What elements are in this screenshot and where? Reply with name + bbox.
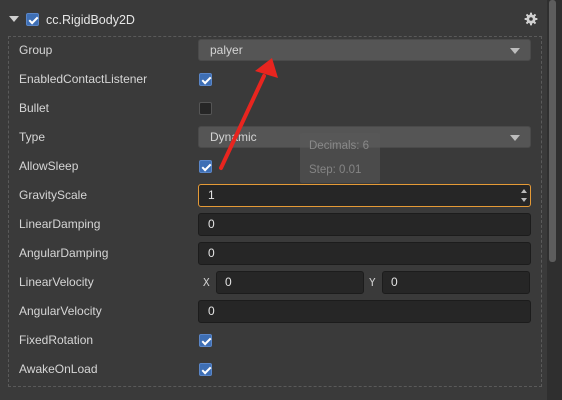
linear-damping-label: LinearDamping (19, 217, 101, 231)
prop-row-angular-damping: AngularDamping 0 (0, 239, 545, 268)
group-label: Group (19, 43, 53, 57)
group-value: palyer (210, 43, 243, 57)
prop-row-allow-sleep: AllowSleep (0, 152, 545, 181)
y-axis-label: Y (369, 276, 376, 289)
gravity-scale-input[interactable]: 1 (198, 184, 531, 207)
stepper-up-icon[interactable] (521, 189, 527, 193)
prop-row-fixed-rotation: FixedRotation (0, 326, 545, 355)
enabled-contact-listener-checkbox[interactable] (199, 73, 212, 86)
enabled-contact-listener-label: EnabledContactListener (19, 72, 148, 86)
tooltip-step: Step: 0.01 (309, 164, 362, 176)
angular-damping-input[interactable]: 0 (198, 242, 531, 265)
component-header: cc.RigidBody2D (0, 0, 545, 38)
chevron-down-icon (510, 135, 520, 141)
prop-row-bullet: Bullet (0, 94, 545, 123)
angular-velocity-input[interactable]: 0 (198, 300, 531, 323)
scrollbar-thumb[interactable] (549, 0, 556, 262)
fixed-rotation-checkbox[interactable] (199, 334, 212, 347)
x-axis-label: X (203, 276, 210, 289)
angular-damping-label: AngularDamping (19, 246, 109, 260)
linear-velocity-y-input[interactable]: 0 (382, 271, 530, 294)
linear-damping-input[interactable]: 0 (198, 213, 531, 236)
tooltip-decimals: Decimals: 6 (309, 140, 370, 152)
stepper-down-icon[interactable] (521, 198, 527, 202)
awake-on-load-label: AwakeOnLoad (19, 362, 98, 376)
prop-row-group: Group palyer (0, 36, 545, 65)
number-stepper[interactable] (520, 186, 528, 205)
type-value: Dynamic (210, 130, 257, 144)
awake-on-load-checkbox[interactable] (199, 363, 212, 376)
prop-row-linear-velocity: LinearVelocity X 0 Y 0 (0, 268, 545, 297)
prop-row-enabled-contact-listener: EnabledContactListener (0, 65, 545, 94)
linear-velocity-x-input[interactable]: 0 (216, 271, 364, 294)
prop-row-awake-on-load: AwakeOnLoad (0, 355, 545, 384)
group-select[interactable]: palyer (198, 39, 531, 61)
prop-row-gravity-scale: GravityScale 1 (0, 181, 545, 210)
number-tooltip: Decimals: 6 Step: 0.01 (300, 133, 380, 183)
prop-row-type: Type Dynamic (0, 123, 545, 152)
prop-row-angular-velocity: AngularVelocity 0 (0, 297, 545, 326)
gravity-scale-value: 1 (208, 188, 215, 202)
rigidbody2d-inspector: cc.RigidBody2D Group palyer EnabledConta… (0, 0, 562, 400)
component-enabled-checkbox[interactable] (26, 13, 39, 26)
collapse-arrow-icon[interactable] (9, 16, 19, 22)
angular-velocity-label: AngularVelocity (19, 304, 102, 318)
gear-icon[interactable] (524, 12, 538, 26)
gravity-scale-label: GravityScale (19, 188, 88, 202)
prop-row-linear-damping: LinearDamping 0 (0, 210, 545, 239)
bullet-label: Bullet (19, 101, 50, 115)
bullet-checkbox[interactable] (199, 102, 212, 115)
allow-sleep-label: AllowSleep (19, 159, 79, 173)
component-title: cc.RigidBody2D (46, 13, 135, 27)
type-label: Type (19, 130, 46, 144)
allow-sleep-checkbox[interactable] (199, 160, 212, 173)
linear-velocity-label: LinearVelocity (19, 275, 94, 289)
chevron-down-icon (510, 48, 520, 54)
fixed-rotation-label: FixedRotation (19, 333, 94, 347)
